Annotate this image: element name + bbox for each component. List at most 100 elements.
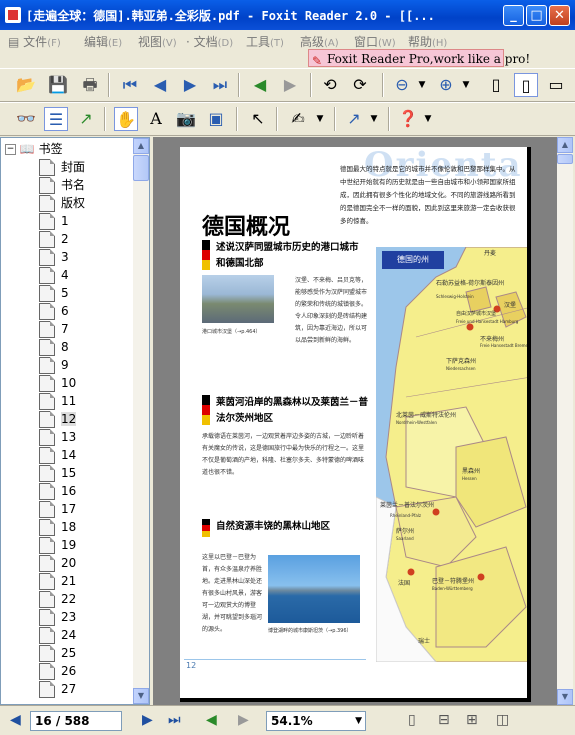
- bookmark-item[interactable]: 23: [39, 608, 76, 626]
- forward-icon[interactable]: ▶: [238, 712, 249, 728]
- bookmark-item[interactable]: 22: [39, 590, 76, 608]
- zoom-out-dropdown-icon[interactable]: ▼: [410, 73, 434, 97]
- bookmark-root[interactable]: − 📖 书签: [5, 140, 63, 158]
- rotate-left-icon[interactable]: ⟲: [318, 73, 342, 97]
- bookmark-item[interactable]: 6: [39, 302, 69, 320]
- bookmark-item[interactable]: 5: [39, 284, 69, 302]
- zoom-dropdown-icon[interactable]: ▼: [355, 712, 362, 730]
- find-icon[interactable]: 👓: [14, 107, 38, 131]
- scroll-thumb[interactable]: [557, 154, 573, 164]
- arrow-dropdown-icon[interactable]: ▼: [362, 107, 386, 131]
- menu-advanced[interactable]: 高级(A): [300, 33, 339, 50]
- thumbnails-icon[interactable]: ↗: [74, 107, 98, 131]
- zoom-field[interactable]: 54.1% ▼: [266, 711, 366, 731]
- scroll-up-icon[interactable]: ▲: [557, 137, 573, 153]
- continuous-icon[interactable]: ⊟: [438, 712, 450, 728]
- page-number-field[interactable]: 16 / 588: [30, 711, 122, 731]
- typewriter-dropdown-icon[interactable]: ▼: [308, 107, 332, 131]
- menu-tools[interactable]: 工具(T): [246, 33, 284, 50]
- page-icon: [39, 429, 55, 446]
- print-icon[interactable]: 🖶: [78, 73, 102, 97]
- bookmark-item[interactable]: 27: [39, 680, 76, 698]
- close-button[interactable]: ✕: [549, 5, 570, 26]
- bookmark-item[interactable]: 26: [39, 662, 76, 680]
- single-page-icon[interactable]: ▯: [408, 712, 416, 728]
- bookmark-item[interactable]: 20: [39, 554, 76, 572]
- hamburg-photo: [202, 275, 274, 323]
- scroll-up-icon[interactable]: ▲: [133, 138, 149, 154]
- menu-edit[interactable]: 编辑(E): [84, 33, 122, 50]
- maximize-button[interactable]: □: [526, 5, 547, 26]
- scroll-thumb[interactable]: [133, 155, 149, 181]
- bookmark-item[interactable]: 11: [39, 392, 76, 410]
- menu-help[interactable]: 帮助(H): [408, 33, 447, 50]
- forward-icon[interactable]: ▶: [278, 73, 302, 97]
- bookmark-item[interactable]: 14: [39, 446, 76, 464]
- bookmark-item[interactable]: 13: [39, 428, 76, 446]
- snapshot-icon[interactable]: 📷: [174, 107, 198, 131]
- bookmark-item[interactable]: 25: [39, 644, 76, 662]
- bookmarks-panel-icon[interactable]: ☰: [44, 107, 68, 131]
- last-page-icon[interactable]: ⏭: [208, 73, 232, 97]
- back-icon[interactable]: ◀: [248, 73, 272, 97]
- collapse-icon[interactable]: −: [5, 144, 16, 155]
- page-icon: [39, 627, 55, 644]
- app-icon[interactable]: [5, 7, 21, 23]
- bookmark-item[interactable]: 19: [39, 536, 76, 554]
- bookmarks-scrollbar[interactable]: ▲ ▼: [133, 138, 149, 704]
- bookmark-item[interactable]: 4: [39, 266, 69, 284]
- bookmark-item[interactable]: 10: [39, 374, 76, 392]
- promo-text: Foxit Reader Pro,work like a pro!: [327, 52, 531, 66]
- bookmark-item[interactable]: 3: [39, 248, 69, 266]
- menu-document[interactable]: · 文档(D): [186, 33, 233, 50]
- bookmark-item[interactable]: 16: [39, 482, 76, 500]
- menu-window[interactable]: 窗口(W): [354, 33, 396, 50]
- first-page-icon[interactable]: ◀: [10, 712, 21, 728]
- back-icon[interactable]: ◀: [206, 712, 217, 728]
- scroll-down-icon[interactable]: ▼: [133, 688, 149, 704]
- select-text-icon[interactable]: A: [144, 107, 168, 131]
- page-icon: [39, 681, 55, 698]
- bookmark-item[interactable]: 9: [39, 356, 69, 374]
- hand-tool-icon[interactable]: ✋: [114, 107, 138, 131]
- scroll-down-icon[interactable]: ▼: [557, 689, 573, 705]
- help-dropdown-icon[interactable]: ▼: [416, 107, 440, 131]
- document-view[interactable]: Orienta 德国最大的特点就是它的城市并不像伦敦和巴黎那样集中。从中世纪开始…: [153, 137, 557, 705]
- zoom-in-dropdown-icon[interactable]: ▼: [454, 73, 478, 97]
- fit-page-icon[interactable]: ▯: [514, 73, 538, 97]
- section2-title: 莱茵河沿岸的黑森林以及莱茵兰－普法尔茨州地区: [216, 397, 369, 424]
- actual-size-icon[interactable]: ▯: [484, 73, 508, 97]
- document-scrollbar[interactable]: ▲ ▼: [557, 137, 573, 705]
- bookmark-item[interactable]: 15: [39, 464, 76, 482]
- bookmark-item[interactable]: 2: [39, 230, 69, 248]
- bookmark-item[interactable]: 封面: [39, 158, 85, 176]
- menu-file[interactable]: ▤ 文件(F): [8, 33, 61, 50]
- previous-page-icon[interactable]: ◀: [148, 73, 172, 97]
- last-page-icon[interactable]: ⏭: [168, 712, 181, 728]
- promo-banner[interactable]: ✎ Foxit Reader Pro,work like a pro!: [308, 49, 530, 68]
- continuous-facing-icon[interactable]: ◫: [496, 712, 509, 728]
- bookmark-item[interactable]: 21: [39, 572, 76, 590]
- image-select-icon[interactable]: ▣: [204, 107, 228, 131]
- bookmark-item[interactable]: 书名: [39, 176, 85, 194]
- next-page-icon[interactable]: ▶: [142, 712, 153, 728]
- bookmark-item[interactable]: 8: [39, 338, 69, 356]
- pointer-icon[interactable]: ↖: [246, 107, 270, 131]
- facing-icon[interactable]: ⊞: [466, 712, 478, 728]
- typewriter-icon[interactable]: ✍: [286, 107, 310, 131]
- save-icon[interactable]: 💾: [46, 73, 70, 97]
- bookmark-item[interactable]: 7: [39, 320, 69, 338]
- bookmark-item[interactable]: 24: [39, 626, 76, 644]
- open-folder-icon[interactable]: 📂: [14, 73, 38, 97]
- menu-view[interactable]: 视图(V): [138, 33, 177, 50]
- fit-width-icon[interactable]: ▭: [544, 73, 568, 97]
- bookmark-item[interactable]: 18: [39, 518, 76, 536]
- bookmark-item[interactable]: 1: [39, 212, 69, 230]
- bookmark-item[interactable]: 17: [39, 500, 76, 518]
- minimize-button[interactable]: _: [503, 5, 524, 26]
- bookmark-item[interactable]: 12: [39, 410, 77, 428]
- bookmark-item[interactable]: 版权: [39, 194, 85, 212]
- rotate-right-icon[interactable]: ⟳: [348, 73, 372, 97]
- first-page-icon[interactable]: ⏮: [118, 73, 142, 97]
- next-page-icon[interactable]: ▶: [178, 73, 202, 97]
